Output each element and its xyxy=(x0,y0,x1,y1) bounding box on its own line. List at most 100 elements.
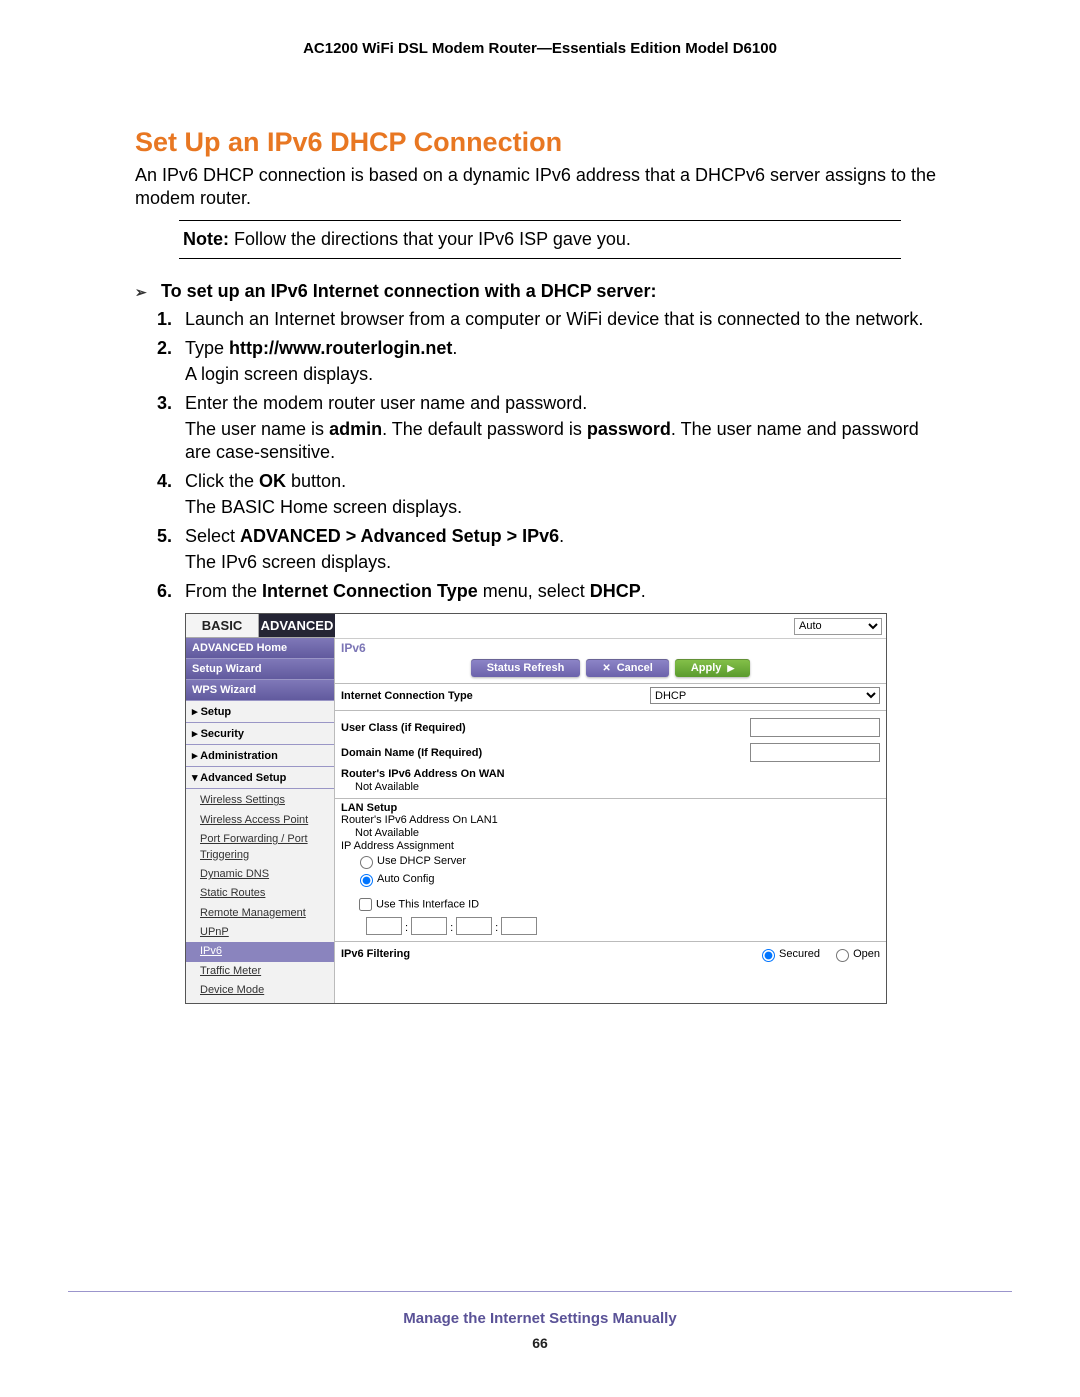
close-icon: ✕ xyxy=(602,663,610,674)
label-connection-type: Internet Connection Type xyxy=(341,690,650,702)
step-body: Type http://www.routerlogin.net. A login… xyxy=(185,337,945,386)
main-panel: Auto IPv6 Status Refresh ✕Cancel Apply▶ … xyxy=(335,614,886,1002)
note-box: Note: Follow the directions that your IP… xyxy=(179,220,901,259)
sidebar-sub-static-routes[interactable]: Static Routes xyxy=(186,884,334,903)
sidebar-sub-traffic-meter[interactable]: Traffic Meter xyxy=(186,962,334,981)
row-wan-address: Router's IPv6 Address On WAN xyxy=(335,765,886,780)
step-number: 3. xyxy=(157,392,185,464)
interface-id-inputs: ::: xyxy=(365,915,886,937)
step-body: Launch an Internet browser from a comput… xyxy=(185,308,945,331)
row-ipv6-filtering: IPv6 Filtering Secured Open xyxy=(335,941,886,968)
manual-page: AC1200 WiFi DSL Modem Router—Essentials … xyxy=(0,0,1080,1397)
input-domain-name[interactable] xyxy=(750,743,880,762)
label-ipv6-filtering: IPv6 Filtering xyxy=(341,948,749,960)
sidebar: BASIC ADVANCED ADVANCED Home Setup Wizar… xyxy=(186,614,335,1002)
option-use-interface-id: Use This Interface ID xyxy=(355,894,886,915)
button-row: Status Refresh ✕Cancel Apply▶ xyxy=(335,657,886,684)
sidebar-item-security[interactable]: ▸ Security xyxy=(186,723,334,745)
procedure-heading: ➢ To set up an IPv6 Internet connection … xyxy=(135,281,945,302)
step-2: 2. Type http://www.routerlogin.net. A lo… xyxy=(157,337,945,386)
radio-auto-config[interactable] xyxy=(360,874,373,887)
label-ip-assignment: IP Address Assignment xyxy=(341,840,880,852)
row-lan-address: Router's IPv6 Address On LAN1 xyxy=(335,814,886,826)
step-body: Enter the modem router user name and pas… xyxy=(185,392,945,464)
footer-rule xyxy=(68,1291,1012,1292)
input-iface-2[interactable] xyxy=(411,917,447,935)
row-domain-name: Domain Name (If Required) xyxy=(335,740,886,765)
radio-secured[interactable] xyxy=(762,949,775,962)
option-use-dhcp: Use DHCP Server xyxy=(355,852,886,870)
note-text: Follow the directions that your IPv6 ISP… xyxy=(229,229,631,249)
option-secured: Secured xyxy=(757,948,820,960)
input-iface-1[interactable] xyxy=(366,917,402,935)
step-6: 6. From the Internet Connection Type men… xyxy=(157,580,945,603)
status-refresh-button[interactable]: Status Refresh xyxy=(471,659,581,677)
cancel-button[interactable]: ✕Cancel xyxy=(586,659,668,677)
section-intro: An IPv6 DHCP connection is based on a dy… xyxy=(135,164,945,210)
step-3: 3. Enter the modem router user name and … xyxy=(157,392,945,464)
step-number: 6. xyxy=(157,580,185,603)
select-connection-type[interactable]: DHCP xyxy=(650,687,880,704)
sidebar-sub-wireless-settings[interactable]: Wireless Settings xyxy=(186,791,334,810)
step-number: 1. xyxy=(157,308,185,331)
apply-button[interactable]: Apply▶ xyxy=(675,659,750,677)
sidebar-item-advanced-home[interactable]: ADVANCED Home xyxy=(186,638,334,659)
step-body: Select ADVANCED > Advanced Setup > IPv6.… xyxy=(185,525,945,574)
filter-options: Secured Open xyxy=(749,946,880,962)
input-iface-3[interactable] xyxy=(456,917,492,935)
label-domain-name: Domain Name (If Required) xyxy=(341,747,750,759)
tab-basic[interactable]: BASIC xyxy=(186,614,259,637)
checkbox-use-interface-id[interactable] xyxy=(359,898,372,911)
procedure-heading-text: To set up an IPv6 Internet connection wi… xyxy=(161,281,656,302)
input-user-class[interactable] xyxy=(750,718,880,737)
panel-title: IPv6 xyxy=(335,639,886,657)
router-ui-screenshot: BASIC ADVANCED ADVANCED Home Setup Wizar… xyxy=(185,613,887,1003)
page-content: Set Up an IPv6 DHCP Connection An IPv6 D… xyxy=(135,127,945,1004)
sidebar-sub-ipv6[interactable]: IPv6 xyxy=(186,942,334,961)
sidebar-sub-upnp[interactable]: UPnP xyxy=(186,923,334,942)
note-label: Note: xyxy=(183,229,229,249)
input-iface-4[interactable] xyxy=(501,917,537,935)
sidebar-item-setup-wizard[interactable]: Setup Wizard xyxy=(186,659,334,680)
footer-page-number: 66 xyxy=(0,1335,1080,1351)
step-number: 5. xyxy=(157,525,185,574)
sidebar-item-setup[interactable]: ▸ Setup xyxy=(186,701,334,723)
section-heading: Set Up an IPv6 DHCP Connection xyxy=(135,127,945,158)
sidebar-sub-dynamic-dns[interactable]: Dynamic DNS xyxy=(186,865,334,884)
language-select[interactable]: Auto xyxy=(794,618,882,635)
sidebar-item-administration[interactable]: ▸ Administration xyxy=(186,745,334,767)
option-open: Open xyxy=(831,948,880,960)
sidebar-item-advanced-setup[interactable]: ▾ Advanced Setup xyxy=(186,767,334,789)
sidebar-item-wps-wizard[interactable]: WPS Wizard xyxy=(186,680,334,701)
sidebar-sub-remote-management[interactable]: Remote Management xyxy=(186,904,334,923)
radio-use-dhcp[interactable] xyxy=(360,856,373,869)
label-user-class: User Class (if Required) xyxy=(341,722,750,734)
row-connection-type: Internet Connection Type DHCP xyxy=(335,684,886,711)
sidebar-sub-wireless-ap[interactable]: Wireless Access Point xyxy=(186,811,334,830)
step-number: 2. xyxy=(157,337,185,386)
sidebar-sub-port-forwarding[interactable]: Port Forwarding / Port Triggering xyxy=(186,830,334,865)
step-number: 4. xyxy=(157,470,185,519)
tab-advanced[interactable]: ADVANCED xyxy=(259,614,335,637)
step-body: Click the OK button. The BASIC Home scre… xyxy=(185,470,945,519)
row-ip-assignment: IP Address Assignment xyxy=(335,840,886,852)
chevron-right-icon: ➢ xyxy=(135,284,161,301)
sidebar-sub-device-mode[interactable]: Device Mode xyxy=(186,981,334,1000)
top-row: Auto xyxy=(335,614,886,639)
step-1: 1. Launch an Internet browser from a com… xyxy=(157,308,945,331)
label-lan-setup: LAN Setup xyxy=(341,802,880,814)
step-body: From the Internet Connection Type menu, … xyxy=(185,580,945,603)
footer-title: Manage the Internet Settings Manually xyxy=(0,1310,1080,1327)
option-auto-config: Auto Config xyxy=(355,870,886,888)
row-user-class: User Class (if Required) xyxy=(335,715,886,740)
step-list: 1. Launch an Internet browser from a com… xyxy=(157,308,945,603)
radio-open[interactable] xyxy=(836,949,849,962)
label-wan-address: Router's IPv6 Address On WAN xyxy=(341,768,880,780)
label-lan-address: Router's IPv6 Address On LAN1 xyxy=(341,814,880,826)
value-wan-address: Not Available xyxy=(355,780,886,794)
tab-row: BASIC ADVANCED xyxy=(186,614,334,638)
page-footer: Manage the Internet Settings Manually 66 xyxy=(0,1291,1080,1351)
sidebar-submenu: Wireless Settings Wireless Access Point … xyxy=(186,789,334,1002)
chevron-right-icon: ▶ xyxy=(727,663,734,673)
step-5: 5. Select ADVANCED > Advanced Setup > IP… xyxy=(157,525,945,574)
